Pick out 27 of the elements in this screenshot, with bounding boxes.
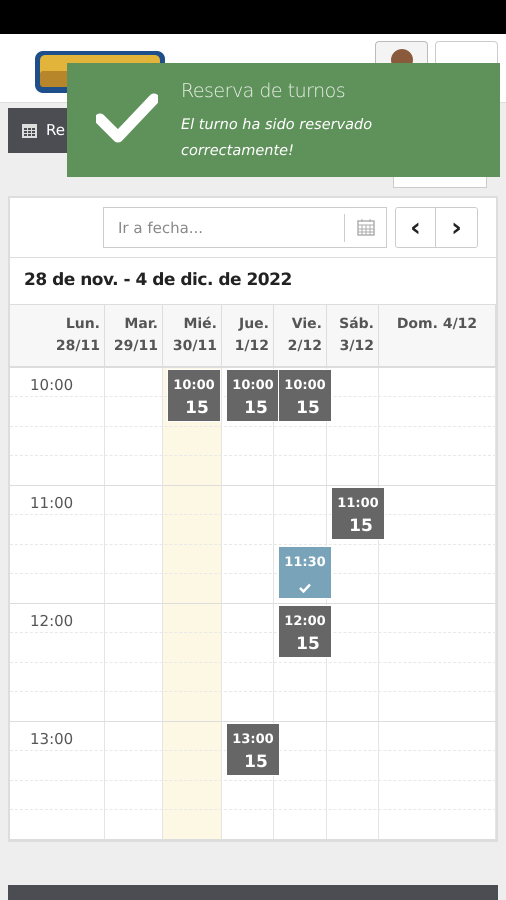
previous-button[interactable]: ‹ [396,208,436,247]
calendar-icon[interactable] [357,218,375,236]
slot-event[interactable]: 12:00 15 [278,605,332,658]
date-range-title: 28 de nov. - 4 de dic. de 2022 [24,269,292,292]
slot-event[interactable]: 13:00 15 [226,723,280,776]
day-header: Mar. 29/11 [114,315,158,356]
checkmark-icon [96,93,158,143]
slot-event[interactable]: 10:00 15 [278,369,332,422]
slot-event[interactable]: 10:00 15 [167,369,221,422]
day-header: Jue. 1/12 [234,315,269,356]
check-icon [299,582,311,592]
day-header: Vie. 2/12 [288,315,322,356]
calendar-icon [21,122,38,139]
day-header: Lun. 28/11 [56,315,100,356]
time-label: 10:00 [30,375,74,396]
day-header: Mié. 30/11 [172,315,217,356]
day-header: Sáb. 3/12 [339,315,374,356]
time-label: 11:00 [30,493,74,514]
toast-title: Reserva de turnos [181,79,346,104]
date-field[interactable]: Ir a fecha... [103,207,387,248]
slot-event[interactable]: 11:00 15 [331,487,385,540]
next-button[interactable]: › [436,208,477,247]
time-label: 13:00 [30,729,74,750]
toast-message: El turno ha sido reservado correctamente! [181,116,374,160]
time-label: 12:00 [30,611,74,632]
slot-event[interactable]: 10:00 15 [226,369,280,422]
day-header: Dom. 4/12 [396,315,478,334]
